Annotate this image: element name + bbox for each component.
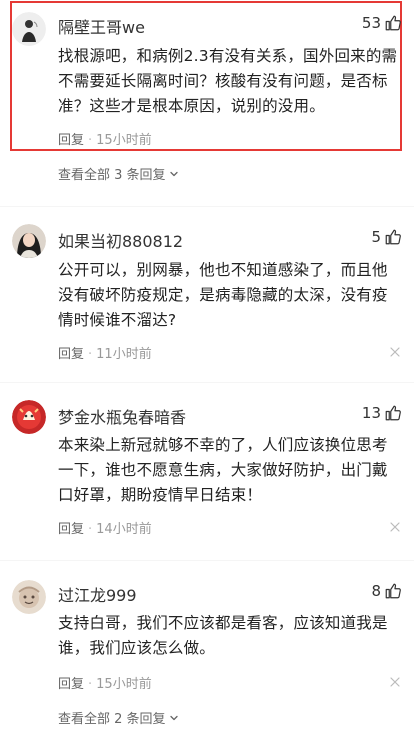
like-count: 5 (371, 228, 381, 246)
username[interactable]: 过江龙999 (58, 582, 137, 606)
comment-meta: 回复 · 11小时前 (58, 343, 152, 362)
close-icon[interactable] (390, 677, 400, 687)
reply-button[interactable]: 回复 (58, 522, 84, 537)
comment-meta: 回复 · 15小时前 (58, 129, 152, 148)
like-count: 13 (361, 404, 381, 422)
avatar[interactable] (12, 12, 46, 46)
divider (0, 560, 414, 561)
thumbs-up-icon (384, 14, 402, 32)
thumbs-up-icon (384, 404, 402, 422)
chevron-down-icon (169, 713, 179, 723)
view-all-label: 查看全部 2 条回复 (58, 712, 166, 727)
reply-button[interactable]: 回复 (58, 677, 84, 692)
comment-item: 如果当初880812 5 公开可以，别网暴，他也不知道感染了，而且他没有破坏防疫… (0, 222, 414, 372)
meta-separator: · (88, 347, 93, 362)
view-all-replies[interactable]: 查看全部 2 条回复 (58, 708, 179, 727)
comment-text: 支持白哥，我们不应该都是看客，应该知道我是谁，我们应该怎么做。 (58, 614, 388, 657)
meta-separator: · (88, 677, 93, 692)
timestamp: 14小时前 (96, 522, 152, 537)
like-count: 8 (371, 582, 381, 600)
comment-text: 找根源吧，和病例2.3有没有关系，国外回来的需不需要延长隔离时间？核酸有没有问题… (58, 47, 398, 115)
thumbs-up-icon (384, 582, 402, 600)
timestamp: 15小时前 (96, 133, 152, 148)
comment-item: 过江龙999 8 支持白哥，我们不应该都是看客，应该知道我是谁，我们应该怎么做。… (0, 574, 414, 742)
like-button[interactable]: 53 (362, 14, 402, 32)
meta-separator: · (88, 522, 93, 537)
like-button[interactable]: 8 (371, 582, 402, 600)
like-button[interactable]: 5 (371, 228, 402, 246)
reply-button[interactable]: 回复 (58, 133, 84, 148)
comment-item: 梦金水瓶兔春暗香 13 本来染上新冠就够不幸的了，人们应该换位思考一下，谁也不愿… (0, 396, 414, 546)
view-all-label: 查看全部 3 条回复 (58, 168, 166, 183)
chevron-down-icon (169, 169, 179, 179)
avatar[interactable] (12, 580, 46, 614)
view-all-replies[interactable]: 查看全部 3 条回复 (58, 164, 179, 183)
timestamp: 15小时前 (96, 677, 152, 692)
comment-text: 本来染上新冠就够不幸的了，人们应该换位思考一下，谁也不愿意生病，大家做好防护，出… (58, 436, 388, 504)
divider (0, 206, 414, 207)
close-icon[interactable] (390, 522, 400, 532)
reply-button[interactable]: 回复 (58, 347, 84, 362)
meta-separator: · (88, 133, 93, 148)
thumbs-up-icon (384, 228, 402, 246)
comment-item: 隔壁王哥we 53 找根源吧，和病例2.3有没有关系，国外回来的需不需要延长隔离… (0, 0, 414, 190)
comment-text: 公开可以，别网暴，他也不知道感染了，而且他没有破坏防疫规定，是病毒隐藏的太深，没… (58, 261, 388, 329)
avatar[interactable] (12, 224, 46, 258)
timestamp: 11小时前 (96, 347, 152, 362)
comment-meta: 回复 · 14小时前 (58, 518, 152, 537)
comment-meta: 回复 · 15小时前 (58, 673, 152, 692)
username[interactable]: 隔壁王哥we (58, 14, 145, 38)
divider (0, 382, 414, 383)
like-button[interactable]: 13 (362, 404, 402, 422)
avatar[interactable] (12, 400, 46, 434)
like-count: 53 (361, 14, 381, 32)
username[interactable]: 如果当初880812 (58, 228, 183, 252)
username[interactable]: 梦金水瓶兔春暗香 (58, 404, 186, 428)
close-icon[interactable] (390, 347, 400, 357)
